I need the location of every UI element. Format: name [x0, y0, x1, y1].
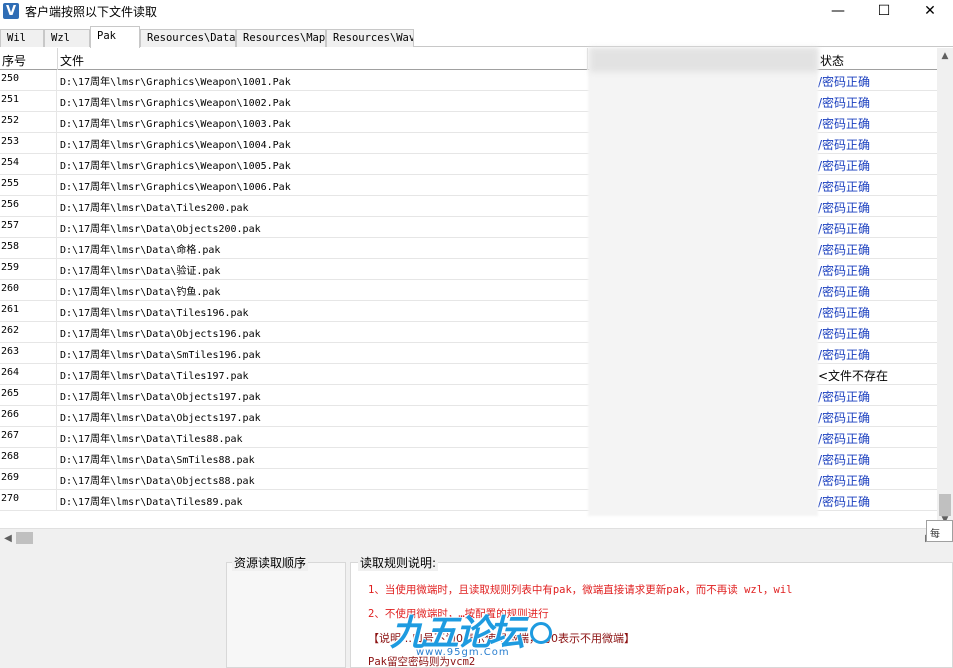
- rule-line-1: 1、当使用微端时，且读取规则列表中有pak，微端直接请求更新pak，而不再读 w…: [368, 584, 793, 596]
- row-status: /密码正确: [818, 75, 871, 89]
- row-file-path: D:\17周年\lmsr\Graphics\Weapon\1004.Pak: [60, 140, 291, 151]
- blurred-column: [588, 48, 818, 516]
- maximize-button[interactable]: ☐: [861, 0, 907, 22]
- row-status: /密码正确: [818, 495, 871, 509]
- row-file-path: D:\17周年\lmsr\Data\Objects197.pak: [60, 413, 261, 424]
- row-status: /密码正确: [818, 453, 871, 467]
- row-number: 257: [0, 217, 57, 238]
- row-status: /密码正确: [818, 411, 871, 425]
- tab-wil[interactable]: Wil: [0, 29, 44, 47]
- app-icon: V: [3, 3, 19, 19]
- row-file-path: D:\17周年\lmsr\Data\Tiles196.pak: [60, 308, 249, 319]
- row-file-path: D:\17周年\lmsr\Data\钓鱼.pak: [60, 287, 221, 298]
- row-status: /密码正确: [818, 306, 871, 320]
- row-file-path: D:\17周年\lmsr\Data\命格.pak: [60, 245, 221, 256]
- row-number: 261: [0, 301, 57, 322]
- tab-wzl[interactable]: Wzl: [44, 29, 90, 47]
- row-file-path: D:\17周年\lmsr\Graphics\Weapon\1001.Pak: [60, 77, 291, 88]
- row-file-path: D:\17周年\lmsr\Data\SmTiles88.pak: [60, 455, 255, 466]
- row-status: /密码正确: [818, 474, 871, 488]
- row-number: 258: [0, 238, 57, 259]
- row-number: 265: [0, 385, 57, 406]
- scroll-left-icon[interactable]: ◀: [0, 529, 16, 547]
- tab-resources-wav[interactable]: Resources\Wav: [326, 29, 414, 47]
- tooltip-fragment: 每: [926, 520, 953, 542]
- blurred-header: [590, 48, 818, 72]
- rules-title: 读取规则说明:: [358, 554, 439, 571]
- horizontal-scrollbar[interactable]: ◀ ▶: [0, 528, 953, 546]
- watermark-url: www.95gm.Com: [416, 647, 510, 658]
- row-status: /密码正确: [818, 432, 871, 446]
- row-number: 270: [0, 490, 57, 511]
- row-status: /密码正确: [818, 201, 871, 215]
- row-number: 268: [0, 448, 57, 469]
- row-file-path: D:\17周年\lmsr\Data\Objects197.pak: [60, 392, 261, 403]
- tab-resources-data[interactable]: Resources\Data: [140, 29, 236, 47]
- row-file-path: D:\17周年\lmsr\Data\Tiles200.pak: [60, 203, 249, 214]
- row-status: /密码正确: [818, 96, 871, 110]
- row-file-path: D:\17周年\lmsr\Data\验证.pak: [60, 266, 221, 277]
- window-controls: — ☐ ✕: [815, 0, 953, 22]
- window-title: 客户端按照以下文件读取: [25, 4, 158, 19]
- row-number: 259: [0, 259, 57, 280]
- row-number: 260: [0, 280, 57, 301]
- row-number: 254: [0, 154, 57, 175]
- row-file-path: D:\17周年\lmsr\Graphics\Weapon\1006.Pak: [60, 182, 291, 193]
- row-status: /密码正确: [818, 243, 871, 257]
- header-file[interactable]: 文件: [58, 48, 588, 70]
- row-status: /密码正确: [818, 138, 871, 152]
- row-file-path: D:\17周年\lmsr\Data\Tiles89.pak: [60, 497, 243, 508]
- row-number: 253: [0, 133, 57, 154]
- header-no[interactable]: 序号: [0, 48, 58, 70]
- row-file-path: D:\17周年\lmsr\Data\SmTiles196.pak: [60, 350, 261, 361]
- row-status: /密码正确: [818, 180, 871, 194]
- row-file-path: D:\17周年\lmsr\Graphics\Weapon\1003.Pak: [60, 119, 291, 130]
- row-file-path: D:\17周年\lmsr\Graphics\Weapon\1002.Pak: [60, 98, 291, 109]
- row-file-path: D:\17周年\lmsr\Data\Tiles197.pak: [60, 371, 249, 382]
- minimize-button[interactable]: —: [815, 0, 861, 22]
- row-status: /密码正确: [818, 285, 871, 299]
- row-number: 266: [0, 406, 57, 427]
- row-status: /密码正确: [818, 159, 871, 173]
- title-bar: V 客户端按照以下文件读取 — ☐ ✕: [0, 0, 953, 22]
- tab-pak[interactable]: Pak: [90, 26, 140, 48]
- tab-resources-map[interactable]: Resources\Map: [236, 29, 326, 47]
- row-file-path: D:\17周年\lmsr\Data\Objects200.pak: [60, 224, 261, 235]
- row-file-path: D:\17周年\lmsr\Data\Objects196.pak: [60, 329, 261, 340]
- row-status: /密码正确: [818, 327, 871, 341]
- row-status: <文件不存在: [818, 369, 889, 383]
- row-status: /密码正确: [818, 390, 871, 404]
- row-file-path: D:\17周年\lmsr\Graphics\Weapon\1005.Pak: [60, 161, 291, 172]
- row-number: 263: [0, 343, 57, 364]
- row-file-path: D:\17周年\lmsr\Data\Tiles88.pak: [60, 434, 243, 445]
- vertical-scrollbar[interactable]: ▲ ▼: [937, 48, 953, 528]
- scroll-up-icon[interactable]: ▲: [937, 48, 953, 64]
- row-number: 255: [0, 175, 57, 196]
- horizontal-scroll-thumb[interactable]: [16, 532, 33, 544]
- header-status[interactable]: 状态: [818, 48, 937, 70]
- row-number: 251: [0, 91, 57, 112]
- row-number: 252: [0, 112, 57, 133]
- resource-order-panel: [226, 562, 346, 668]
- row-status: /密码正确: [818, 222, 871, 236]
- row-status: /密码正确: [818, 264, 871, 278]
- row-number: 250: [0, 70, 57, 91]
- resource-order-title: 资源读取顺序: [232, 554, 309, 571]
- watermark-logo: 九五论坛 www.95gm.Com: [390, 604, 560, 664]
- row-number: 262: [0, 322, 57, 343]
- watermark-face-icon: [530, 622, 552, 644]
- close-button[interactable]: ✕: [907, 0, 953, 22]
- row-number: 267: [0, 427, 57, 448]
- row-file-path: D:\17周年\lmsr\Data\Objects88.pak: [60, 476, 255, 487]
- row-number: 269: [0, 469, 57, 490]
- row-status: /密码正确: [818, 348, 871, 362]
- row-status: /密码正确: [818, 117, 871, 131]
- row-number: 264: [0, 364, 57, 385]
- tab-bar: Wil Wzl Pak Resources\Data Resources\Map…: [0, 26, 953, 48]
- row-number: 256: [0, 196, 57, 217]
